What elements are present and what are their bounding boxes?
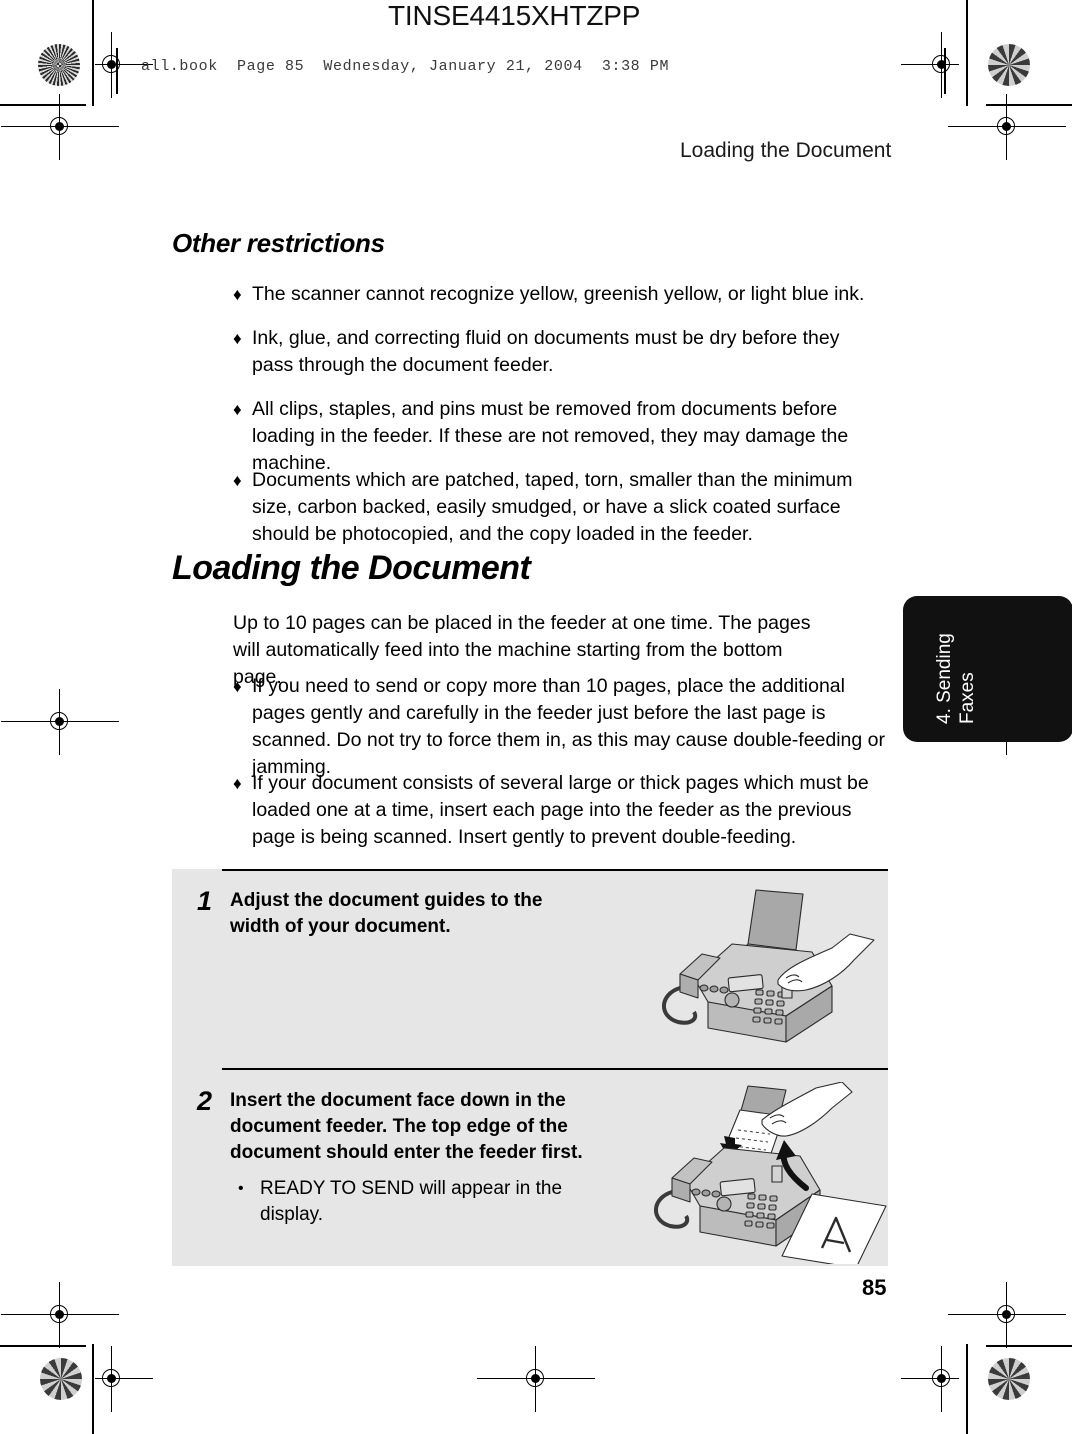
step-2-subitem-1-text: READY TO SEND will appear in the display… xyxy=(260,1178,563,1225)
trim-rule-top-left-inner xyxy=(116,48,118,94)
book-file-header: all.book Page 85 Wednesday, January 21, … xyxy=(141,58,670,75)
heading-other-restrictions: Other restrictions xyxy=(172,228,385,258)
loading-bullet-2-text: If your document consists of several lar… xyxy=(252,772,869,848)
diamond-bullet-icon: ♦ xyxy=(233,677,242,696)
step-2-text: Insert the document face down in the doc… xyxy=(230,1090,583,1163)
trim-rule-top-right xyxy=(986,104,1072,106)
trim-rule-bottom-right xyxy=(986,1345,1072,1347)
loading-bullet-2: ♦ If your document consists of several l… xyxy=(233,770,881,851)
restriction-bullet-1-text: The scanner cannot recognize yellow, gre… xyxy=(252,283,865,305)
registration-target-top-left xyxy=(95,32,153,98)
fax-machine-insert-document-illustration xyxy=(636,1081,894,1269)
diamond-bullet-icon: ♦ xyxy=(233,400,242,419)
restriction-bullet-4-text: Documents which are patched, taped, torn… xyxy=(252,469,853,545)
trim-rule-vertical-left xyxy=(92,0,94,106)
restriction-bullet-2: ♦ Ink, glue, and correcting fluid on doc… xyxy=(233,325,871,379)
step-1-text: Adjust the document guides to the width … xyxy=(230,890,543,937)
chapter-tab-label: 4. Sending Faxes xyxy=(933,633,979,724)
manual-page: TINSE4415XHTZPP all.book Page 85 Wednesd… xyxy=(0,0,1072,1434)
restriction-bullet-2-text: Ink, glue, and correcting fluid on docum… xyxy=(252,327,840,376)
registration-starburst-top-left xyxy=(38,44,80,86)
registration-target-upper-right xyxy=(948,94,1066,160)
step-divider-middle xyxy=(222,1068,888,1070)
chapter-tab-line2: Faxes xyxy=(957,672,978,724)
trim-rule-top-left xyxy=(0,104,86,106)
step-divider-top xyxy=(222,869,888,871)
restriction-bullet-3-text: All clips, staples, and pins must be rem… xyxy=(252,398,849,474)
round-bullet-icon: • xyxy=(238,1180,244,1197)
diamond-bullet-icon: ♦ xyxy=(233,329,242,348)
diamond-bullet-icon: ♦ xyxy=(233,285,242,304)
restriction-bullet-3: ♦ All clips, staples, and pins must be r… xyxy=(233,396,893,477)
step-2-subitem-1: • READY TO SEND will appear in the displ… xyxy=(238,1176,568,1228)
registration-target-top-right xyxy=(901,32,959,98)
registration-starburst-top-right xyxy=(988,44,1030,86)
chapter-tab-line1: 4. Sending xyxy=(934,633,955,724)
loading-bullet-1-text: If you need to send or copy more than 10… xyxy=(252,675,886,778)
registration-starburst-bottom-right xyxy=(988,1358,1030,1400)
step-1-number: 1 xyxy=(197,886,213,916)
trim-rule-vertical-right-bottom xyxy=(966,1344,968,1434)
fax-machine-adjust-guides-illustration xyxy=(636,882,894,1052)
loading-bullet-1: ♦ If you need to send or copy more than … xyxy=(233,673,888,781)
restriction-bullet-4: ♦ Documents which are patched, taped, to… xyxy=(233,467,893,548)
registration-target-upper-left xyxy=(1,94,119,160)
registration-target-lower-left xyxy=(1,1282,119,1348)
registration-target-bottom-left xyxy=(95,1346,153,1412)
registration-target-bottom-right xyxy=(901,1346,959,1412)
step-2-number: 2 xyxy=(197,1086,213,1116)
registration-starburst-bottom-left xyxy=(40,1358,82,1400)
restriction-bullet-1: ♦ The scanner cannot recognize yellow, g… xyxy=(233,281,888,308)
chapter-tab: 4. Sending Faxes xyxy=(903,596,1072,742)
heading-loading-the-document: Loading the Document xyxy=(172,549,531,587)
diamond-bullet-icon: ♦ xyxy=(233,471,242,490)
document-code: TINSE4415XHTZPP xyxy=(388,0,641,31)
registration-target-lower-right xyxy=(948,1282,1066,1348)
registration-target-bottom-center xyxy=(477,1346,595,1412)
diamond-bullet-icon: ♦ xyxy=(233,774,242,793)
trim-rule-vertical-right xyxy=(966,0,968,106)
registration-target-middle-left xyxy=(1,689,119,755)
trim-rule-vertical-left-bottom xyxy=(92,1344,94,1434)
trim-rule-top-right-inner xyxy=(944,48,946,94)
page-number: 85 xyxy=(862,1275,887,1300)
trim-rule-bottom-left xyxy=(0,1345,86,1347)
running-header: Loading the Document xyxy=(680,139,892,162)
